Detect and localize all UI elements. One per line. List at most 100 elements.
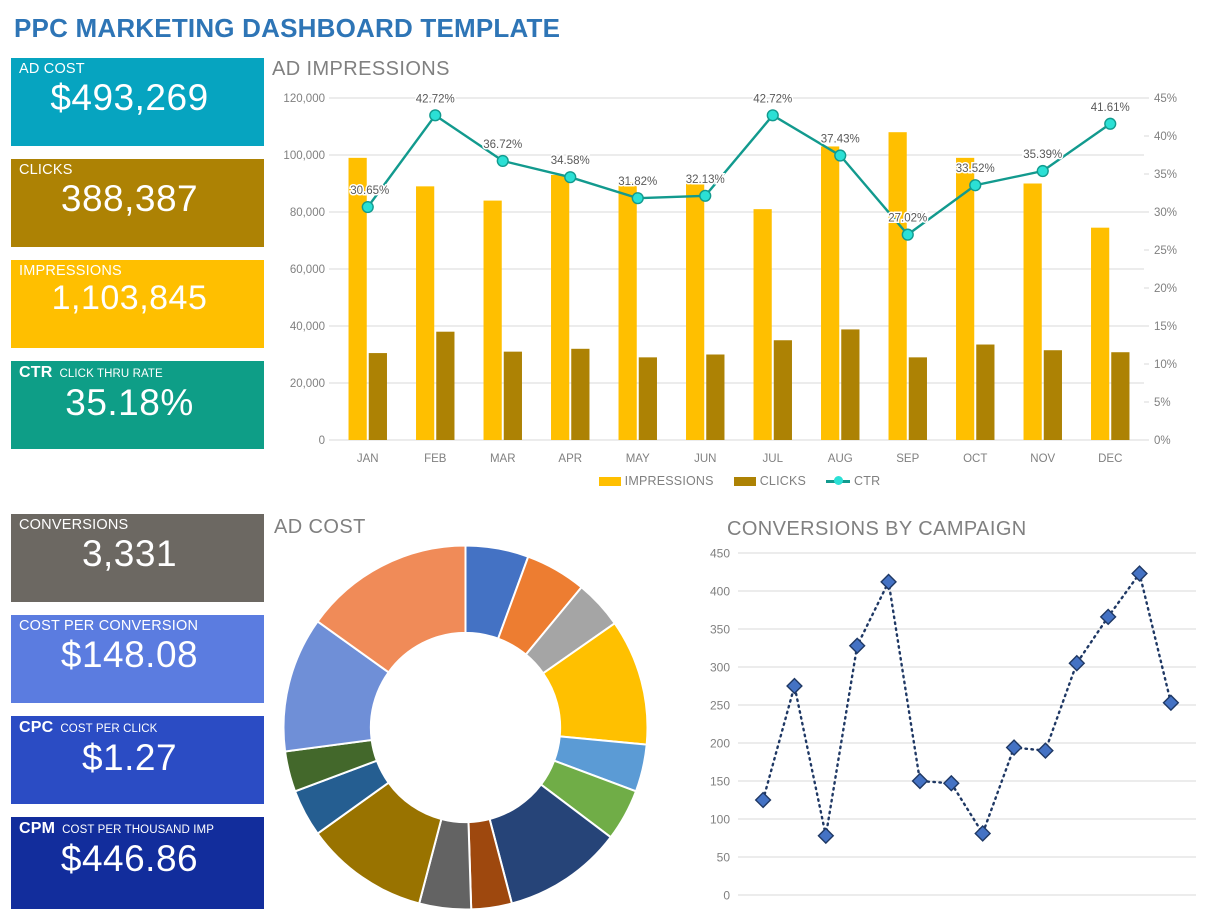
bar-clicks-JUL <box>773 340 792 440</box>
kpi-label: CONVERSIONS <box>19 517 129 533</box>
svg-text:40%: 40% <box>1154 131 1177 143</box>
ctr-label-JAN: 30.65% <box>350 185 389 197</box>
bar-impressions-MAY <box>618 182 637 440</box>
ctr-point-MAY <box>631 192 644 205</box>
bar-impressions-DEC <box>1091 227 1110 440</box>
bar-clicks-APR <box>571 348 590 440</box>
ad-cost-title: AD COST <box>274 516 366 538</box>
conversions-by-campaign-title: CONVERSIONS BY CAMPAIGN <box>727 518 1027 540</box>
kpi-label-row: CONVERSIONS <box>11 514 264 533</box>
ctr-point-OCT <box>969 179 982 192</box>
ctr-label-FEB: 42.72% <box>416 93 455 105</box>
bar-impressions-JUN <box>686 183 705 440</box>
ctr-label-MAY: 31.82% <box>618 176 657 188</box>
bar-impressions-FEB <box>416 186 435 440</box>
legend-dot-icon <box>834 476 844 485</box>
svg-text:450: 450 <box>710 547 730 561</box>
bar-clicks-OCT <box>976 344 995 440</box>
bar-impressions-MAR <box>483 200 502 440</box>
conversions-point-13 <box>1131 565 1148 582</box>
svg-text:250: 250 <box>710 699 730 713</box>
legend-swatch-icon <box>733 476 756 486</box>
legend-label: CTR <box>854 474 881 488</box>
page-title: PPC MARKETING DASHBOARD TEMPLATE <box>14 13 561 43</box>
svg-text:NOV: NOV <box>1030 453 1055 465</box>
kpi-card-cpm[interactable]: CPM COST PER THOUSAND IMP $446.86 <box>11 817 264 909</box>
svg-text:MAY: MAY <box>626 453 650 465</box>
svg-text:50: 50 <box>717 851 731 865</box>
kpi-value: 35.18% <box>65 381 194 423</box>
svg-text:20,000: 20,000 <box>290 378 325 390</box>
kpi-card-cost-per-conversion[interactable]: COST PER CONVERSION $148.08 <box>11 615 264 703</box>
bar-clicks-NOV <box>1043 350 1062 440</box>
bar-clicks-AUG <box>841 329 860 440</box>
conversions-point-4 <box>848 637 866 655</box>
kpi-card-conversions[interactable]: CONVERSIONS 3,331 <box>11 514 264 602</box>
svg-text:30%: 30% <box>1154 207 1177 219</box>
svg-text:MAR: MAR <box>490 453 516 465</box>
kpi-label-row: CLICKS <box>11 159 264 178</box>
kpi-value: 1,103,845 <box>51 279 208 318</box>
kpi-value: 3,331 <box>81 533 178 575</box>
kpi-label-row: CPC COST PER CLICK <box>11 716 264 737</box>
kpi-label-row: IMPRESSIONS <box>11 260 264 279</box>
ctr-label-JUL: 42.72% <box>753 93 792 105</box>
kpi-label-row: AD COST <box>11 58 264 77</box>
ctr-label-JUN: 32.13% <box>686 174 725 186</box>
legend-item-impressions[interactable]: IMPRESSIONS <box>598 474 714 488</box>
kpi-card-clicks[interactable]: CLICKS 388,387 <box>11 159 264 247</box>
kpi-card-ad-cost[interactable]: AD COST $493,269 <box>11 58 264 146</box>
conversions-point-8 <box>974 825 992 842</box>
svg-text:100,000: 100,000 <box>283 150 325 162</box>
bar-impressions-APR <box>551 174 570 440</box>
kpi-label: CLICKS <box>19 162 73 178</box>
ctr-point-JAN <box>361 200 374 214</box>
bar-impressions-AUG <box>821 146 840 440</box>
conversions-point-5 <box>880 573 897 591</box>
ad-cost-donut-chart[interactable] <box>278 540 653 915</box>
svg-text:350: 350 <box>710 623 730 637</box>
svg-text:5%: 5% <box>1154 397 1171 409</box>
svg-text:0%: 0% <box>1154 435 1171 447</box>
ad-impressions-chart[interactable]: 0 20,000 40,000 60,000 80,000 100,000 120,000 0… <box>272 88 1207 488</box>
kpi-label-row: CTR CLICK THRU RATE <box>11 361 264 382</box>
svg-text:JUN: JUN <box>694 453 716 465</box>
ctr-label-SEP: 27.02% <box>888 213 927 225</box>
legend-line-marker-icon <box>826 476 851 485</box>
bar-clicks-MAY <box>638 357 657 440</box>
kpi-sublabel: COST PER THOUSAND IMP <box>62 824 214 836</box>
legend-item-ctr[interactable]: CTR <box>826 474 880 488</box>
ctr-label-OCT: 33.52% <box>956 163 995 175</box>
svg-text:120,000: 120,000 <box>283 93 325 105</box>
conversions-scatter-chart[interactable]: 0 50 100 150 200 250 300 350 400 450 <box>688 545 1208 920</box>
kpi-label: COST PER CONVERSION <box>19 618 199 634</box>
conversions-point-7 <box>942 774 960 792</box>
svg-text:10%: 10% <box>1154 359 1177 371</box>
conversions-point-3 <box>817 827 835 845</box>
legend-item-clicks[interactable]: CLICKS <box>733 474 806 488</box>
bar-clicks-JAN <box>368 353 387 440</box>
svg-text:100: 100 <box>710 813 730 827</box>
ctr-label-APR: 34.58% <box>551 155 590 167</box>
ctr-point-JUL <box>766 109 779 122</box>
ctr-label-MAR: 36.72% <box>483 139 522 151</box>
svg-text:200: 200 <box>710 737 730 751</box>
conversions-point-10 <box>1037 742 1054 759</box>
svg-text:0: 0 <box>319 435 325 447</box>
bar-clicks-DEC <box>1111 352 1130 440</box>
kpi-card-impressions[interactable]: IMPRESSIONS 1,103,845 <box>11 260 264 348</box>
bar-impressions-NOV <box>1023 183 1042 440</box>
bar-impressions-JAN <box>348 157 367 440</box>
kpi-card-cpc[interactable]: CPC COST PER CLICK $1.27 <box>11 716 264 804</box>
kpi-label-row: COST PER CONVERSION <box>11 615 264 634</box>
ad-impressions-title: AD IMPRESSIONS <box>272 58 450 80</box>
svg-text:15%: 15% <box>1154 321 1177 333</box>
conversions-point-6 <box>911 772 929 790</box>
svg-text:FEB: FEB <box>424 453 447 465</box>
svg-text:60,000: 60,000 <box>290 264 325 276</box>
ctr-label-DEC: 41.61% <box>1091 102 1130 114</box>
ctr-line <box>366 113 1111 237</box>
bar-impressions-JUL <box>753 209 772 440</box>
ctr-point-FEB <box>429 109 442 122</box>
kpi-card-ctr[interactable]: CTR CLICK THRU RATE 35.18% <box>11 361 264 449</box>
